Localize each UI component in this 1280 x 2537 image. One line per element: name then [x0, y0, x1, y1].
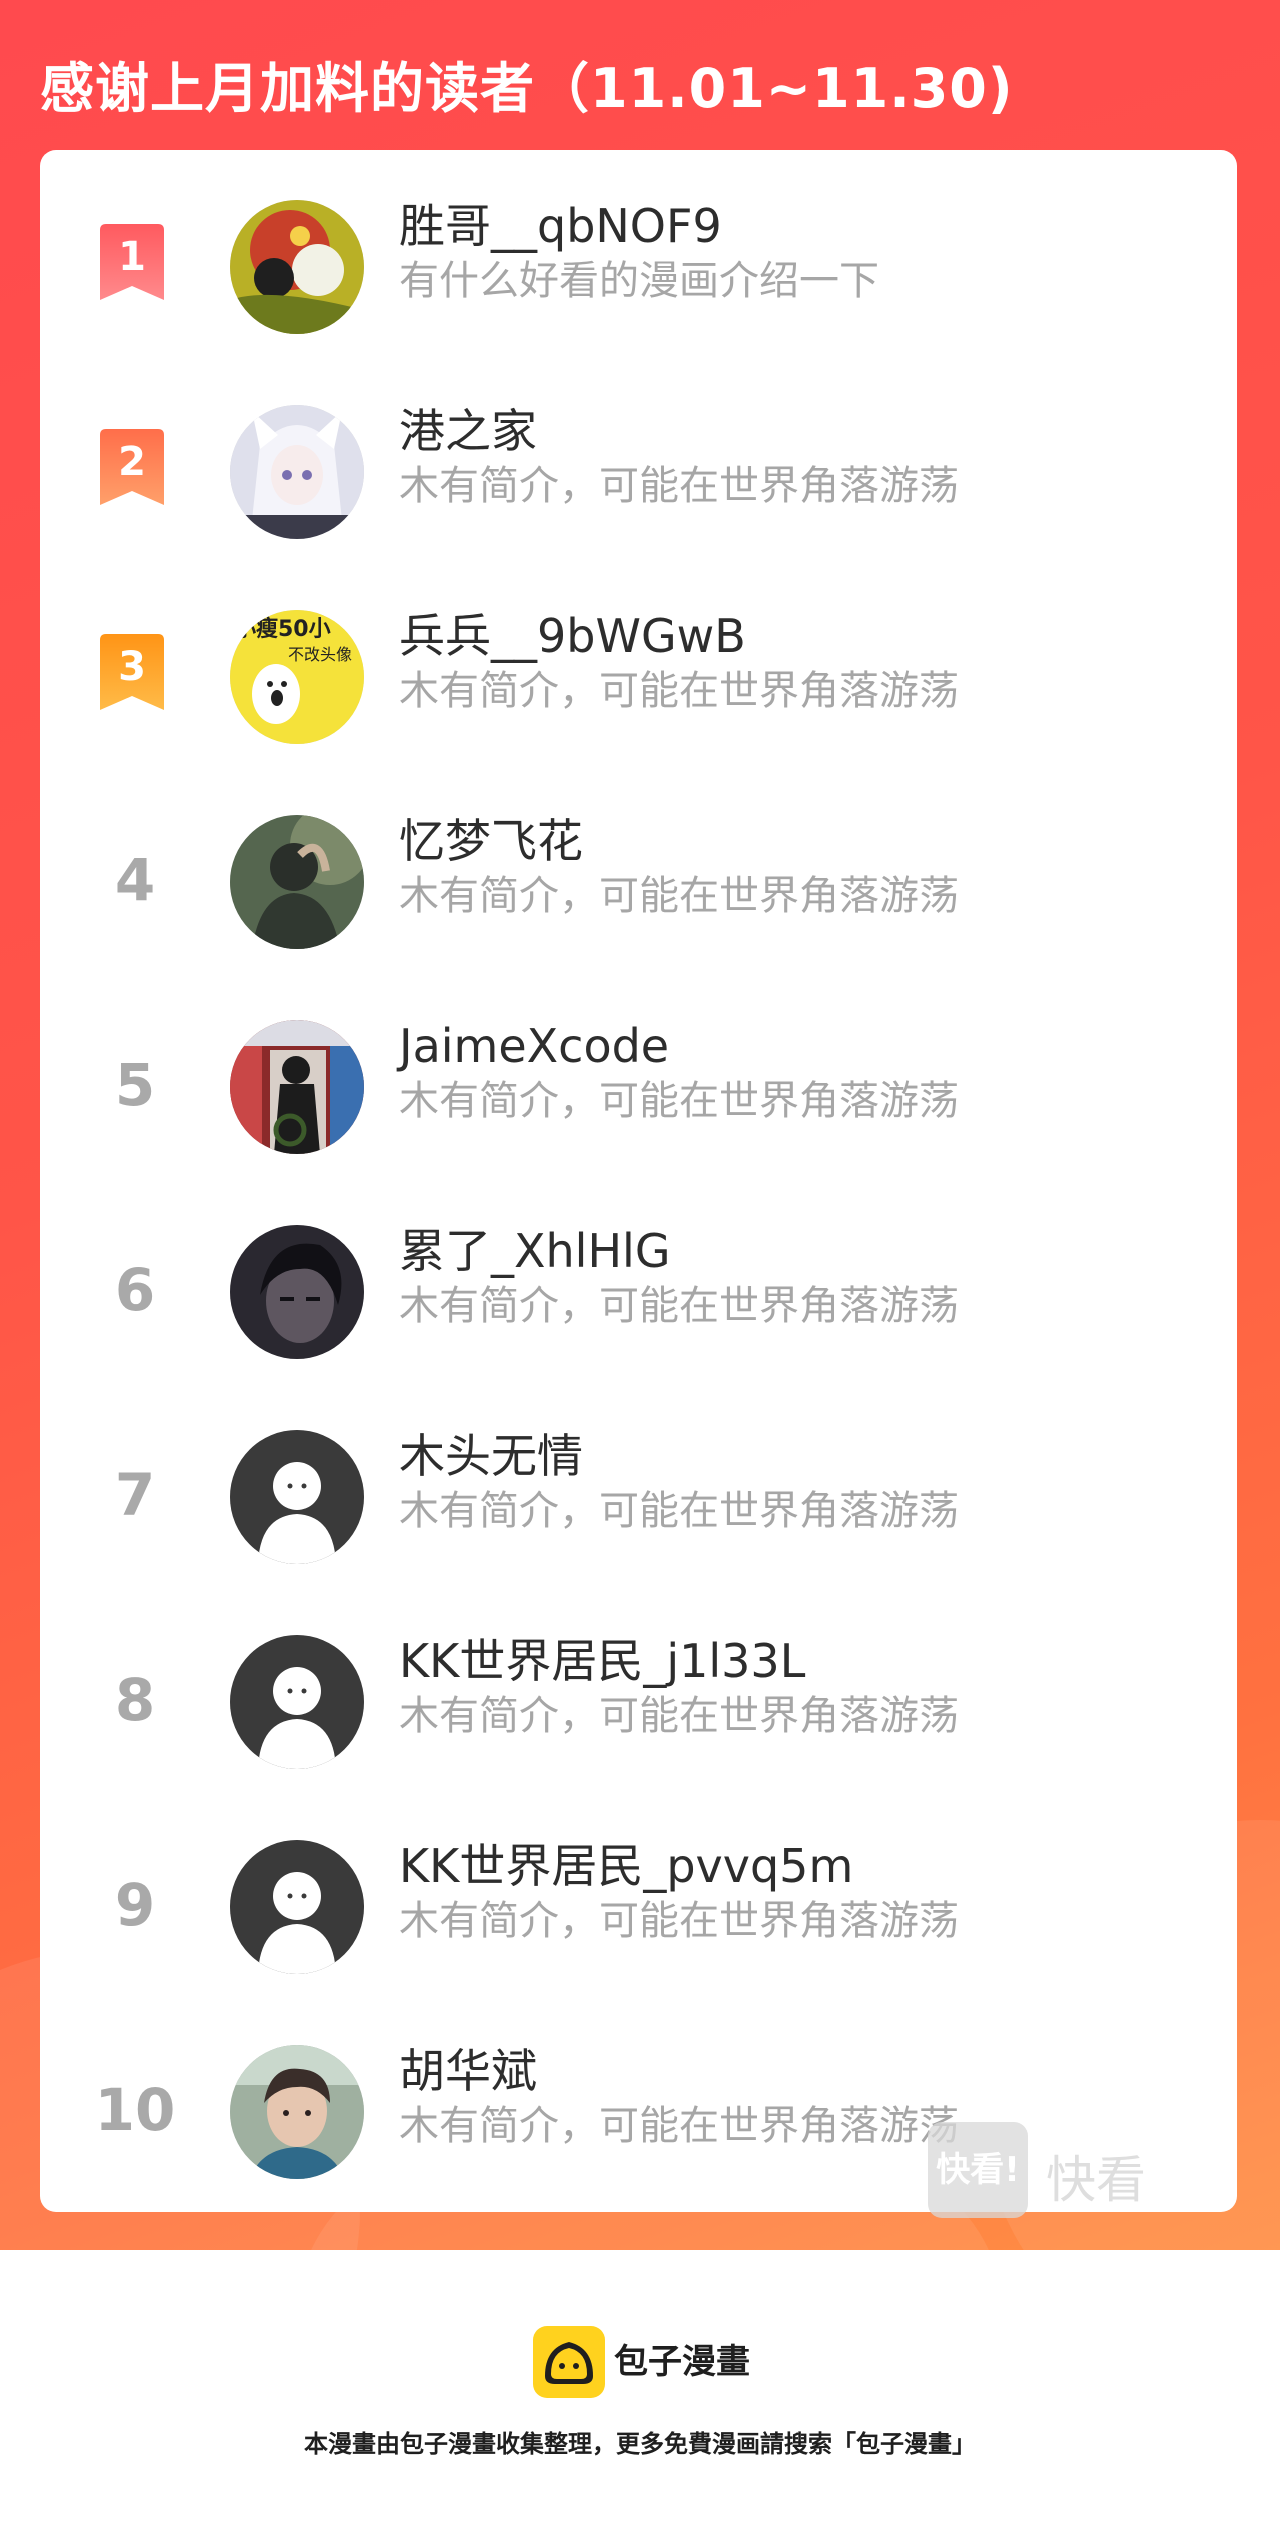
rank-badge-number: 3: [118, 644, 146, 690]
reader-bio: 木有简介，可能在世界角落游荡: [399, 1283, 959, 1329]
reader-row[interactable]: 8 KK世界居民_j1l33L 木有简介，可能在世界角落游荡: [40, 1625, 1237, 1775]
rank-badge-number: 2: [118, 439, 146, 485]
reader-bio: 木有简介，可能在世界角落游荡: [399, 1693, 959, 1739]
default-avatar-icon[interactable]: [230, 1840, 364, 1974]
reader-bio: 木有简介，可能在世界角落游荡: [399, 2103, 959, 2149]
reader-bio: 木有简介，可能在世界角落游荡: [399, 463, 959, 509]
reader-row[interactable]: 4 忆梦飞花 木有简介，可能在世界角落游荡: [40, 805, 1237, 955]
reader-bio: 木有简介，可能在世界角落游荡: [399, 1898, 959, 1944]
page-title: 感谢上月加料的读者（11.01~11.30): [40, 57, 1014, 120]
reader-row[interactable]: 5 JaimeXcode 木有简介，可能在世界角落游荡: [40, 1010, 1237, 1160]
reader-row[interactable]: 7 木头无情 木有简介，可能在世界角落游荡: [40, 1420, 1237, 1570]
reader-name: 累了_XhlHlG: [399, 1224, 671, 1278]
reader-bio: 木有简介，可能在世界角落游荡: [399, 1078, 959, 1124]
avatar[interactable]: [230, 815, 364, 949]
kuaikan-watermark: 快看! 快看: [928, 2122, 1148, 2218]
rank-number: 10: [94, 2076, 176, 2144]
reader-name: 胜哥__qbNOF9: [399, 199, 722, 253]
reader-row[interactable]: 1 胜哥__qbNOF9 有什么好看的漫画介绍一下: [40, 190, 1237, 340]
rank-number: 6: [114, 1256, 156, 1324]
rank-number: 9: [114, 1871, 156, 1939]
avatar[interactable]: [230, 1020, 364, 1154]
watermark-text: 快看: [1046, 2151, 1146, 2209]
reader-bio: 有什么好看的漫画介绍一下: [399, 258, 879, 304]
kuaikan-logo-icon: 快看!: [928, 2122, 1028, 2218]
avatar[interactable]: [230, 1225, 364, 1359]
reader-row[interactable]: 6 累了_XhlHlG 木有简介，可能在世界角落游荡: [40, 1215, 1237, 1365]
rank-number: 8: [114, 1666, 156, 1734]
reader-name: 木头无情: [399, 1429, 583, 1483]
avatar[interactable]: 小瘦50小 不改头像: [230, 610, 364, 744]
baozi-logo-icon: [533, 2326, 605, 2398]
rank-number: 5: [114, 1051, 156, 1119]
reader-name: 胡华斌: [399, 2044, 537, 2098]
reader-name: KK世界居民_j1l33L: [399, 1634, 806, 1688]
reader-name: KK世界居民_pvvq5m: [399, 1839, 854, 1893]
avatar[interactable]: [230, 2045, 364, 2179]
footer-note: 本漫畫由包子漫畫收集整理，更多免費漫画請搜索「包子漫畫」: [304, 2430, 976, 2458]
rank-badge-number: 1: [118, 234, 146, 280]
rank-badge-icon: 1: [100, 224, 164, 300]
rank-number: 7: [114, 1461, 156, 1529]
reader-row[interactable]: 3 小瘦50小 不改头像 兵兵__9bWGwB 木有简介，可能在世界角落游荡: [40, 600, 1237, 750]
svg-text:小瘦50小: 小瘦50小: [234, 616, 331, 642]
reader-ranking-card: 1 胜哥__qbNOF9 有什么好看的漫画介绍一下 2 港之家 木有简介，可能在…: [40, 150, 1237, 2212]
rank-badge-icon: 2: [100, 429, 164, 505]
reader-bio: 木有简介，可能在世界角落游荡: [399, 873, 959, 919]
reader-bio: 木有简介，可能在世界角落游荡: [399, 668, 959, 714]
reader-row[interactable]: 9 KK世界居民_pvvq5m 木有简介，可能在世界角落游荡: [40, 1830, 1237, 1980]
svg-text:不改头像: 不改头像: [288, 645, 352, 664]
rank-badge-icon: 3: [100, 634, 164, 710]
footer-brand: 包子漫畫: [614, 2342, 750, 2382]
reader-name: JaimeXcode: [399, 1019, 670, 1073]
reader-bio: 木有简介，可能在世界角落游荡: [399, 1488, 959, 1534]
default-avatar-icon[interactable]: [230, 1635, 364, 1769]
avatar[interactable]: [230, 405, 364, 539]
reader-name: 忆梦飞花: [399, 814, 583, 868]
rank-number: 4: [114, 846, 156, 914]
reader-name: 港之家: [399, 404, 537, 458]
reader-row[interactable]: 2 港之家 木有简介，可能在世界角落游荡: [40, 395, 1237, 545]
default-avatar-icon[interactable]: [230, 1430, 364, 1564]
avatar[interactable]: [230, 200, 364, 334]
reader-name: 兵兵__9bWGwB: [399, 609, 746, 663]
